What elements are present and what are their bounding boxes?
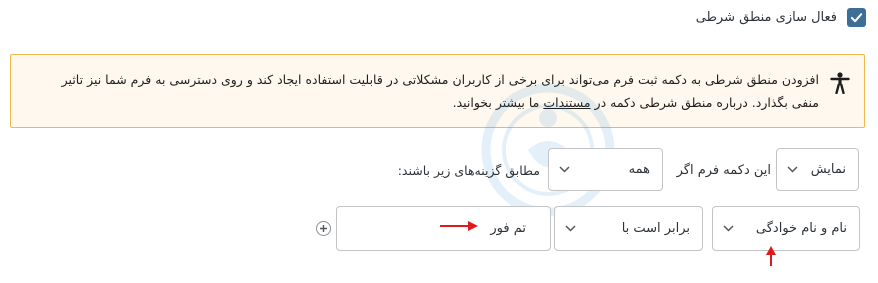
accessibility-notice: افزودن منطق شرطی به دکمه ثبت فرم می‌توان… [10, 54, 865, 128]
accessibility-icon [830, 72, 850, 94]
notice-text: افزودن منطق شرطی به دکمه ثبت فرم می‌توان… [19, 68, 819, 114]
chevron-down-icon [555, 225, 585, 232]
check-icon [850, 13, 863, 23]
match-rules-text: مطابق گزینه‌های زیر باشند: [397, 163, 540, 178]
rule-value-input[interactable]: تم فور [336, 206, 551, 251]
rule-field-select-value: نام و نام خوادگی [755, 221, 847, 236]
add-rule-button[interactable] [316, 221, 331, 236]
rule-field-select[interactable]: نام و نام خوادگی [712, 206, 860, 251]
notice-line-1: افزودن منطق شرطی به دکمه ثبت فرم می‌توان… [61, 72, 819, 87]
chevron-down-icon [713, 225, 743, 232]
rule-operator-select-value: برابر است با [621, 221, 690, 236]
if-text: این دکمه فرم اگر [676, 163, 771, 178]
action-select-value: نمایش [810, 162, 846, 177]
rule-value-text: تم فور [490, 221, 526, 236]
chevron-down-icon [549, 166, 579, 173]
conditional-logic-toggle[interactable]: فعال سازی منطق شرطی [696, 8, 866, 27]
notice-line-2-start: منفی بگذارد. درباره منطق شرطی دکمه در [590, 95, 819, 110]
action-select[interactable]: نمایش [776, 148, 859, 191]
chevron-down-icon [777, 166, 807, 173]
notice-line-2: منفی بگذارد. درباره منطق شرطی دکمه در مس… [19, 91, 819, 114]
plus-icon [320, 225, 327, 232]
conditional-logic-checkbox[interactable] [847, 8, 866, 27]
match-type-select-value: همه [628, 162, 650, 177]
conditional-logic-label: فعال سازی منطق شرطی [695, 10, 837, 25]
rule-operator-select[interactable]: برابر است با [554, 206, 703, 251]
match-type-select[interactable]: همه [548, 148, 663, 191]
